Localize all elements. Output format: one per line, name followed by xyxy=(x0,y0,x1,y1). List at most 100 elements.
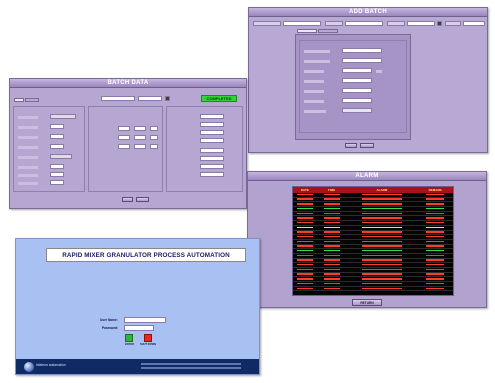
batch-no-input[interactable] xyxy=(283,21,321,26)
alarm-cell-text xyxy=(323,193,340,196)
tab-batch-params[interactable] xyxy=(318,29,338,33)
grid-cell xyxy=(150,135,158,140)
alarm-cell xyxy=(293,198,317,202)
batch-data-tabs xyxy=(14,98,39,102)
dropdown-icon[interactable] xyxy=(165,96,170,101)
add-batch-return-button[interactable] xyxy=(360,143,374,148)
alarm-cell-text xyxy=(323,268,340,271)
alarm-cell xyxy=(417,202,453,206)
return-button[interactable]: RETURN xyxy=(352,299,382,306)
alarm-cell-text xyxy=(426,268,445,271)
alarm-cell-text xyxy=(361,198,402,200)
alarm-cell-text xyxy=(296,273,313,275)
batch-data-window: BATCH DATA COMPLETED xyxy=(9,78,247,209)
alarm-cell-text xyxy=(361,287,402,289)
shutdown-icon[interactable] xyxy=(144,334,152,342)
alarm-cell-text xyxy=(296,282,313,285)
form-input-2[interactable] xyxy=(342,58,382,63)
form-input-7[interactable] xyxy=(342,108,372,113)
alarm-cell xyxy=(346,202,417,206)
alarm-cell-text xyxy=(296,217,313,219)
form-label-3 xyxy=(304,70,324,73)
alarm-cell-text xyxy=(323,278,340,280)
alarm-cell xyxy=(293,259,317,263)
enter-icon[interactable] xyxy=(125,334,133,342)
product-input[interactable] xyxy=(345,21,383,26)
tab-batch-entry[interactable] xyxy=(297,29,317,33)
setting-label xyxy=(18,126,38,129)
form-input-1[interactable] xyxy=(342,48,382,53)
alarm-cell xyxy=(417,254,453,258)
password-input[interactable] xyxy=(124,325,154,331)
grid-cell xyxy=(118,126,130,131)
alarm-cell-text xyxy=(361,259,402,261)
user-name-input[interactable] xyxy=(124,317,166,323)
alarm-cell xyxy=(346,249,417,253)
alarm-cell-text xyxy=(361,268,402,271)
alarm-row[interactable] xyxy=(293,287,453,292)
lot-input[interactable] xyxy=(407,21,435,26)
alarm-cell xyxy=(317,259,347,263)
alarm-cell xyxy=(346,235,417,239)
form-input-6[interactable] xyxy=(342,98,372,103)
batch-select-input[interactable] xyxy=(101,96,135,101)
alarm-cell-text xyxy=(361,264,402,266)
auto-value-7 xyxy=(200,164,224,169)
grid-cell xyxy=(150,126,158,131)
alarm-cell-text xyxy=(323,282,340,285)
alarm-cell xyxy=(346,226,417,230)
alarm-cell xyxy=(317,221,347,225)
alarm-cell xyxy=(293,282,317,286)
alarm-cell-text xyxy=(296,254,313,257)
form-input-5[interactable] xyxy=(342,88,372,93)
batch-data-ok-button[interactable] xyxy=(122,197,133,202)
alarm-cell xyxy=(417,268,453,272)
alarm-cell xyxy=(346,193,417,197)
form-input-4[interactable] xyxy=(342,78,372,83)
batch-data-title: BATCH DATA xyxy=(10,79,246,88)
grid-cell xyxy=(134,144,146,149)
setting-value xyxy=(50,144,64,149)
alarm-cell xyxy=(317,193,347,197)
alarm-cell-text xyxy=(426,193,445,196)
tab-2[interactable] xyxy=(25,98,39,102)
auto-value-8 xyxy=(200,172,224,177)
alarm-cell-text xyxy=(323,240,340,243)
alarm-cell-text xyxy=(361,193,402,196)
alarm-cell-text xyxy=(361,203,402,205)
alarm-cell xyxy=(346,207,417,211)
alarm-cell xyxy=(417,273,453,277)
user-name-label: User Name: xyxy=(100,318,118,322)
alarm-cell xyxy=(317,216,347,220)
footer-text-line xyxy=(141,363,241,365)
date-input[interactable] xyxy=(463,21,485,26)
alarm-cell xyxy=(293,273,317,277)
alarm-cell-text xyxy=(361,235,402,238)
alarm-cell-text xyxy=(426,212,445,214)
alarm-cell-text xyxy=(361,273,402,275)
alarm-cell-text xyxy=(323,245,340,247)
alarm-cell xyxy=(317,226,347,230)
alarm-cell xyxy=(293,254,317,258)
alarm-cell-text xyxy=(296,207,313,210)
alarm-cell-text xyxy=(361,240,402,243)
alarm-cell-text xyxy=(361,226,402,228)
alarm-cell xyxy=(293,287,317,291)
form-label-2 xyxy=(304,60,330,63)
alarm-cell-text xyxy=(296,231,313,233)
add-batch-ok-button[interactable] xyxy=(345,143,357,148)
batch-data-return-button[interactable] xyxy=(136,197,149,202)
alarm-cell-text xyxy=(361,231,402,233)
alarm-cell-text xyxy=(323,198,340,200)
footer-text-line xyxy=(141,367,241,369)
tab-1[interactable] xyxy=(14,98,24,102)
alarm-cell-text xyxy=(426,250,445,252)
dropdown-icon[interactable] xyxy=(437,21,442,26)
grid-cell xyxy=(150,144,158,149)
alarm-cell-text xyxy=(296,278,313,280)
form-input-3[interactable] xyxy=(342,68,372,73)
add-batch-title: ADD BATCH xyxy=(249,8,487,17)
auto-value-4 xyxy=(200,138,224,143)
alarm-window: ALARM DATE TIME ALARM REMARK RETURN xyxy=(247,171,487,308)
alarm-cell-text xyxy=(296,245,313,247)
